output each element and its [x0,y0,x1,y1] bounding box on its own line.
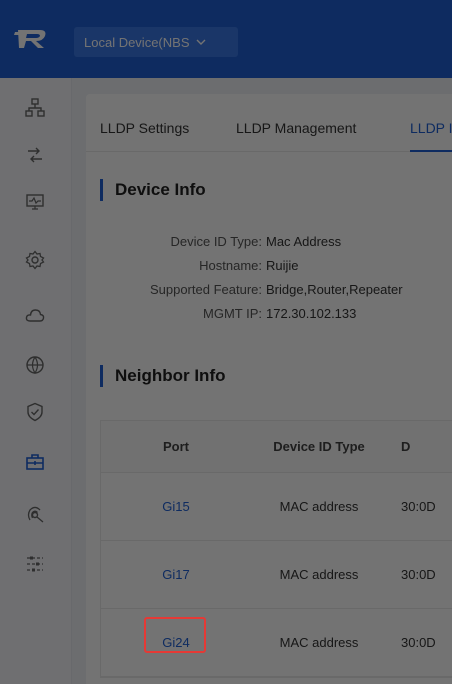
info-label: Hostname: [199,258,262,273]
active-tab-indicator [410,150,452,152]
lldp-card: LLDP Settings LLDP Management LLDP I Dev… [86,94,452,684]
device-id-type-cell: MAC address [279,499,359,514]
port-link-gi17[interactable]: Gi17 [162,567,189,582]
info-label: Device ID Type: [170,234,262,249]
sidebar [0,78,72,684]
toolbox-icon[interactable] [23,450,47,474]
column-header-port: Port [163,439,189,454]
column-header-device-id: D [401,439,411,454]
neighbor-table: Port Device ID Type D Gi15 MAC address 3… [100,420,452,678]
info-row-device-id-type: Device ID Type: Mac Address [86,234,452,252]
port-link-gi15[interactable]: Gi15 [162,499,189,514]
info-value: Mac Address [266,234,342,249]
info-value: Ruijie [266,258,299,273]
tab-lldp-management[interactable]: LLDP Management [236,120,356,136]
table-row: Gi15 MAC address 30:0D [101,473,452,541]
main-content: LLDP Settings LLDP Management LLDP I Dev… [72,78,452,684]
device-id-cell: 30:0D [401,635,436,650]
gear-icon[interactable] [23,248,47,272]
sliders-icon[interactable] [23,552,47,576]
info-row-hostname: Hostname: Ruijie [86,258,452,276]
tab-bar: LLDP Settings LLDP Management LLDP I [86,94,452,152]
topology-icon[interactable] [23,96,47,120]
device-select-label: Local Device(NBS [84,34,190,50]
neighbor-info-title: Neighbor Info [100,365,225,387]
chevron-down-icon [196,39,205,45]
globe-icon[interactable] [23,353,47,377]
table-row: Gi17 MAC address 30:0D [101,541,452,609]
device-id-cell: 30:0D [401,567,436,582]
device-select[interactable]: Local Device(NBS [74,27,238,57]
device-id-cell: 30:0D [401,499,436,514]
table-header: Port Device ID Type D [101,421,452,473]
top-bar: Local Device(NBS [0,0,452,78]
tab-lldp-settings[interactable]: LLDP Settings [100,120,189,136]
monitor-icon[interactable] [23,190,47,214]
switch-icon[interactable] [23,143,47,167]
device-info-title: Device Info [100,179,206,201]
table-row: Gi24 MAC address 30:0D [101,609,452,677]
device-id-type-cell: MAC address [279,567,359,582]
info-row-supported-feature: Supported Feature: Bridge,Router,Repeate… [86,282,452,300]
port-link-gi24[interactable]: Gi24 [162,635,189,650]
column-header-device-id-type: Device ID Type [273,439,365,454]
info-value: 172.30.102.133 [266,306,357,321]
cloud-icon[interactable] [23,304,47,328]
tab-lldp-info[interactable]: LLDP I [410,120,452,136]
info-value: Bridge,Router,Repeater [266,282,403,297]
shield-check-icon[interactable] [23,400,47,424]
info-label: MGMT IP: [203,306,262,321]
device-id-type-cell: MAC address [279,635,359,650]
info-label: Supported Feature: [149,282,262,297]
wireless-icon[interactable] [23,502,47,526]
app-window: Local Device(NBS LLDP Settings LLDP Mana… [0,0,452,684]
info-row-mgmt-ip: MGMT IP: 172.30.102.133 [86,306,452,324]
ruijie-logo [14,30,46,48]
